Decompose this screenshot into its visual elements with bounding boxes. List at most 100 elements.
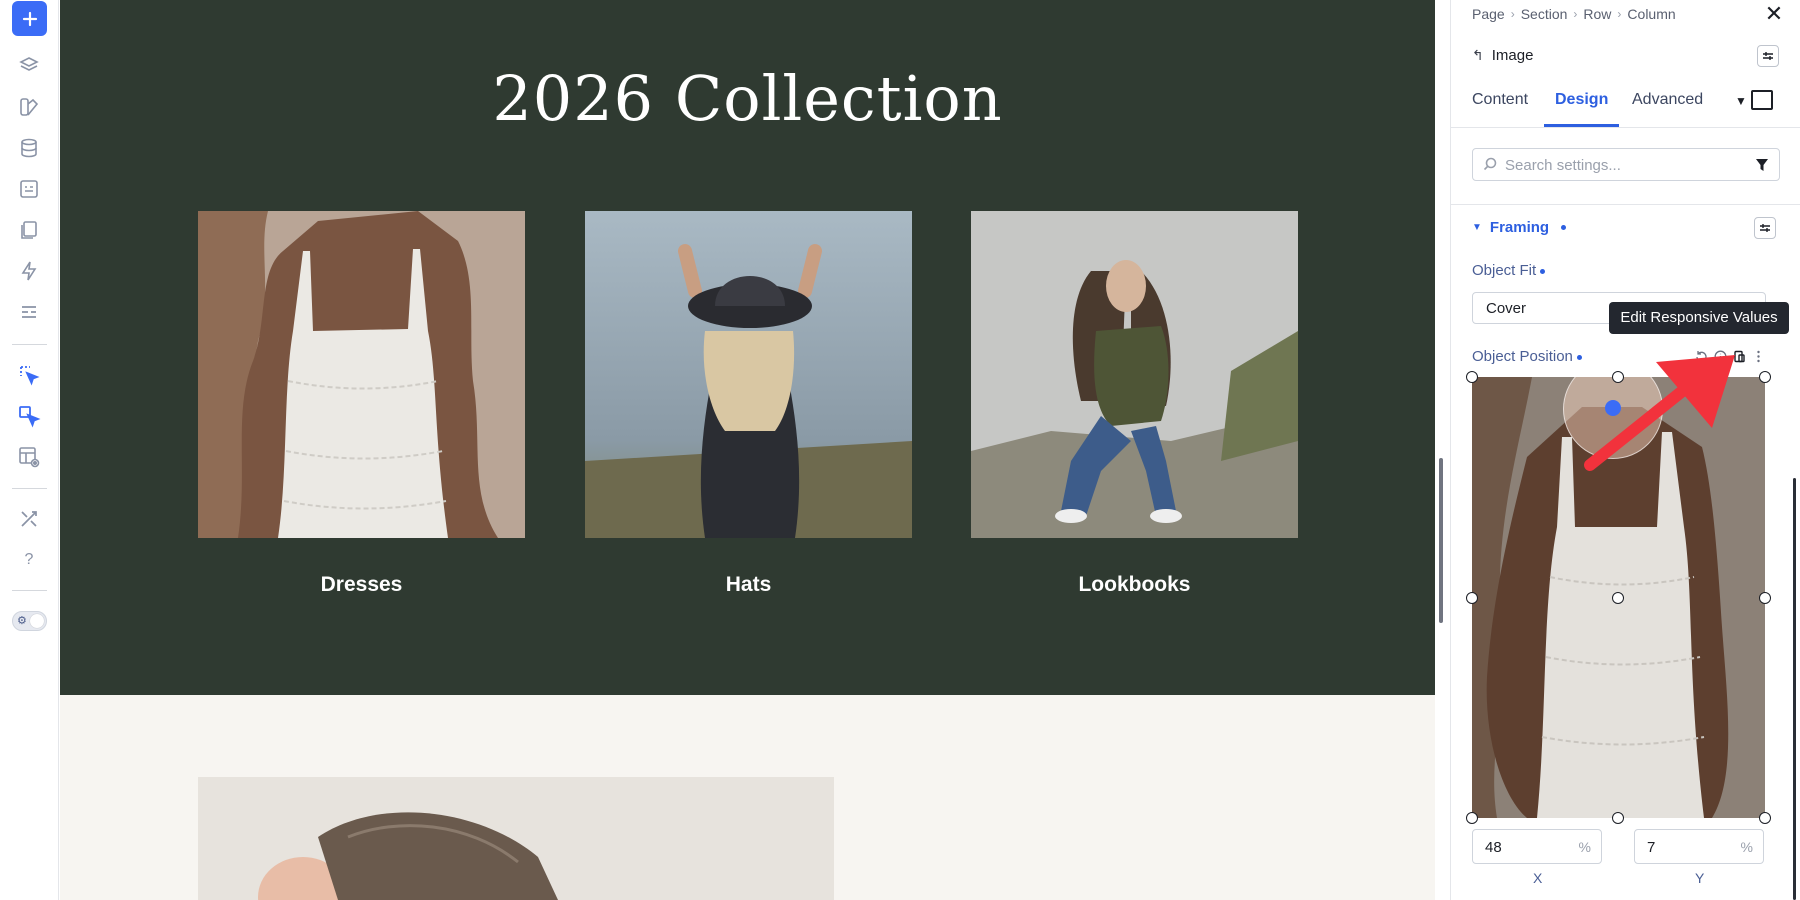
device-preview-icon[interactable] [1751, 90, 1773, 110]
layers-button[interactable] [11, 48, 47, 84]
preview-button[interactable] [11, 439, 47, 475]
element-options-button[interactable] [1757, 45, 1779, 67]
tools-button[interactable] [11, 501, 47, 537]
category-card-dresses[interactable]: Dresses [198, 211, 525, 597]
toolbar-divider [12, 590, 47, 591]
position-x-unit[interactable]: % [1579, 839, 1591, 855]
resize-handle[interactable] [1466, 371, 1478, 383]
toggle-knob [30, 614, 44, 628]
canvas-scrollbar[interactable] [1439, 458, 1443, 623]
element-title: ↰ Image [1472, 47, 1533, 64]
focal-point-handle[interactable] [1605, 400, 1621, 416]
category-card-hats[interactable]: Hats [585, 211, 912, 597]
database-icon [21, 138, 37, 158]
resize-handle[interactable] [1759, 592, 1771, 604]
more-vertical-icon[interactable] [1750, 348, 1766, 364]
caret-down-icon[interactable]: ▼ [1735, 94, 1747, 108]
templates-button[interactable] [11, 294, 47, 330]
search-input[interactable]: Search settings... [1472, 148, 1780, 181]
page-canvas: 2026 Collection Dresses Hats Lookbooks [60, 0, 1435, 900]
position-x-value: 48 [1485, 839, 1502, 856]
position-x-input[interactable]: 48 % [1472, 829, 1602, 864]
active-tab-indicator [1544, 124, 1619, 127]
tools-icon [21, 511, 37, 527]
section-options-button[interactable] [1754, 217, 1776, 239]
resize-handle[interactable] [1612, 371, 1624, 383]
gear-icon: ⚙ [17, 615, 27, 627]
left-toolbar: ? ⚙ [0, 0, 59, 900]
card-label-hats[interactable]: Hats [585, 573, 912, 597]
card-label-dresses[interactable]: Dresses [198, 573, 525, 597]
resize-handle[interactable] [1466, 812, 1478, 824]
forms-button[interactable] [11, 171, 47, 207]
multi-select-button[interactable] [11, 398, 47, 434]
reset-icon[interactable] [1693, 348, 1709, 364]
lightning-icon [21, 261, 37, 281]
lookbook-image[interactable] [971, 211, 1298, 538]
dress-image[interactable] [198, 211, 525, 538]
panel-scrollbar[interactable] [1793, 478, 1796, 900]
category-card-lookbooks[interactable]: Lookbooks [971, 211, 1298, 597]
pages-icon [21, 221, 37, 239]
framing-section-header[interactable]: ▼ Framing [1472, 219, 1567, 236]
card-label-lookbooks[interactable]: Lookbooks [971, 573, 1298, 597]
object-position-label: Object Position [1472, 348, 1582, 365]
position-y-label: Y [1695, 870, 1705, 886]
close-icon[interactable]: ✕ [1763, 2, 1785, 26]
page-title[interactable]: 2026 Collection [60, 62, 1435, 135]
edit-responsive-values-tooltip: Edit Responsive Values [1609, 302, 1789, 334]
resize-handle[interactable] [1759, 812, 1771, 824]
resize-handle[interactable] [1759, 371, 1771, 383]
object-fit-label-text: Object Fit [1472, 262, 1537, 279]
select-mode-button[interactable] [11, 357, 47, 393]
section-divider [1451, 204, 1800, 205]
list-icon [22, 306, 36, 318]
search-icon [1483, 157, 1497, 171]
brush-icon [20, 98, 39, 116]
theme-toggle[interactable]: ⚙ [12, 611, 47, 631]
position-y-input[interactable]: 7 % [1634, 829, 1764, 864]
chevron-right-icon: › [1510, 7, 1515, 21]
tab-content[interactable]: Content [1472, 91, 1528, 109]
hat-image[interactable] [585, 211, 912, 538]
tab-design[interactable]: Design [1555, 91, 1608, 109]
back-icon[interactable]: ↰ [1472, 47, 1484, 64]
modified-indicator [1561, 225, 1567, 230]
breadcrumb-row[interactable]: Row [1583, 6, 1611, 22]
position-y-unit[interactable]: % [1741, 839, 1753, 855]
hero-section[interactable]: 2026 Collection Dresses Hats Lookbooks [60, 0, 1435, 695]
toolbar-divider [12, 344, 47, 345]
design-library-button[interactable] [11, 89, 47, 125]
add-element-button[interactable] [12, 1, 47, 36]
question-icon: ? [24, 551, 34, 568]
breadcrumb-column[interactable]: Column [1627, 6, 1675, 22]
form-icon [20, 180, 38, 198]
breadcrumb-section[interactable]: Section [1521, 6, 1568, 22]
filter-icon[interactable] [1755, 158, 1769, 172]
resize-handle[interactable] [1612, 592, 1624, 604]
responsive-values-icon[interactable] [1731, 348, 1747, 364]
resize-handle[interactable] [1466, 592, 1478, 604]
position-x-label: X [1533, 870, 1543, 886]
multi-cursor-icon [19, 406, 41, 428]
sliders-icon [1760, 224, 1770, 232]
info-icon[interactable] [1712, 348, 1728, 364]
plus-icon [22, 11, 37, 26]
layout-preview-icon [19, 447, 40, 468]
position-y-value: 7 [1647, 839, 1656, 856]
layers-icon [19, 57, 39, 71]
object-position-label-text: Object Position [1472, 348, 1573, 365]
toolbar-divider [12, 488, 47, 489]
search-placeholder: Search settings... [1505, 157, 1621, 174]
interactions-button[interactable] [11, 253, 47, 289]
help-button[interactable]: ? [11, 542, 47, 578]
pages-button[interactable] [11, 212, 47, 248]
resize-handle[interactable] [1612, 812, 1624, 824]
breadcrumb-page[interactable]: Page [1472, 6, 1505, 22]
element-name: Image [1491, 47, 1534, 64]
settings-tabs: Content Design Advanced ▼ [1451, 88, 1800, 128]
tab-advanced[interactable]: Advanced [1632, 91, 1703, 109]
featured-image[interactable] [198, 777, 834, 900]
data-button[interactable] [11, 130, 47, 166]
modified-indicator [1540, 268, 1546, 274]
